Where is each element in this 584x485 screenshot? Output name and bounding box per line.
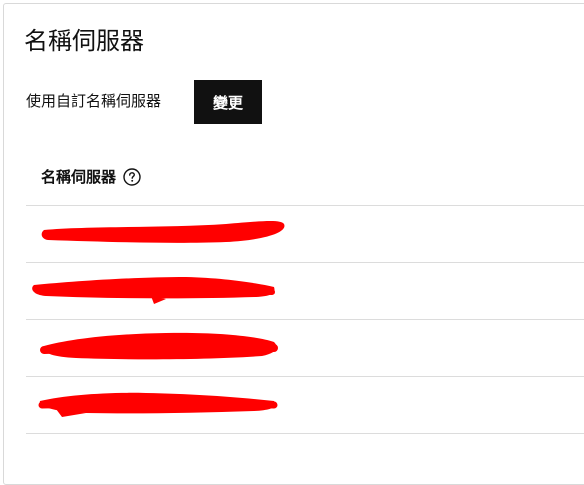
nameserver-mode-label: 使用自訂名稱伺服器 xyxy=(26,92,162,110)
redaction-mark xyxy=(32,277,275,304)
nameservers-header-label: 名稱伺服器 xyxy=(41,168,117,186)
page-title: 名稱伺服器 xyxy=(24,27,144,55)
divider xyxy=(26,433,584,434)
nameserver-row xyxy=(26,263,584,319)
redaction-mark xyxy=(41,220,285,243)
nameservers-header: 名稱伺服器 xyxy=(41,165,141,189)
nameserver-row xyxy=(26,206,584,262)
redaction-mark xyxy=(38,392,278,417)
change-nameservers-button[interactable]: 變更 xyxy=(194,80,262,124)
help-icon[interactable] xyxy=(123,168,141,186)
nameserver-row xyxy=(26,377,584,433)
redaction-mark xyxy=(40,332,278,360)
nameserver-row xyxy=(26,320,584,376)
